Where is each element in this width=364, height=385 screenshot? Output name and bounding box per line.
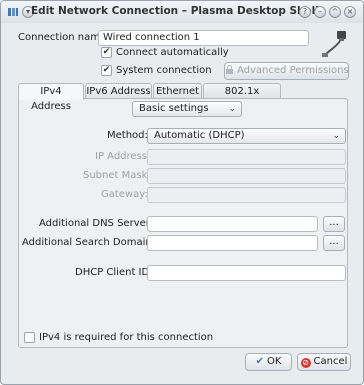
dns-servers-browse-button[interactable]: ... xyxy=(323,216,345,232)
subnet-mask-label: Subnet Mask: xyxy=(83,170,151,181)
cancel-icon: ⊘ xyxy=(300,358,311,368)
subnet-mask-input[interactable] xyxy=(147,168,346,184)
connect-automatically-checkbox[interactable]: ✔ xyxy=(101,47,112,58)
search-domains-input[interactable] xyxy=(147,235,318,251)
tab-802-1x-security[interactable]: 802.1x Security xyxy=(203,83,281,112)
connection-name-input[interactable]: Wired connection 1 xyxy=(98,30,309,46)
lock-icon xyxy=(225,64,234,74)
dns-servers-label: Additional DNS Servers: xyxy=(39,218,159,229)
tab-ipv6-address[interactable]: IPv6 Address xyxy=(85,83,152,99)
maximize-icon[interactable]: ^ xyxy=(329,6,341,18)
chevron-down-icon: ⌄ xyxy=(332,131,340,141)
app-menu-icon[interactable] xyxy=(7,6,19,18)
chevron-down-icon: ⌄ xyxy=(228,104,236,114)
cancel-button[interactable]: ⊘ Cancel xyxy=(297,353,351,371)
connect-automatically-label: Connect automatically xyxy=(116,47,229,58)
dhcp-client-id-label: DHCP Client ID: xyxy=(75,267,153,278)
system-connection-checkbox[interactable]: ✔ xyxy=(101,65,112,76)
ip-address-label: IP Address: xyxy=(95,151,151,162)
dialog-window: ▾ Edit Network Connection – Plasma Deskt… xyxy=(0,0,364,385)
minimize-icon[interactable]: – xyxy=(314,6,326,18)
ipv4-required-checkbox[interactable] xyxy=(24,332,35,343)
advanced-permissions-button[interactable]: Advanced Permissions xyxy=(224,62,349,80)
network-plug-icon xyxy=(319,29,349,59)
method-label: Method: xyxy=(107,130,148,141)
ok-button[interactable]: ✔ OK xyxy=(245,353,292,371)
dhcp-client-id-input[interactable] xyxy=(147,265,346,281)
ip-address-input[interactable] xyxy=(147,149,346,165)
settings-mode-combo[interactable]: Basic settings ⌄ xyxy=(132,101,242,117)
search-domains-browse-button[interactable]: ... xyxy=(323,235,345,251)
window-title: Edit Network Connection – Plasma Desktop… xyxy=(31,5,319,17)
search-domains-label: Additional Search Domains: xyxy=(22,237,161,248)
connection-name-label: Connection name: xyxy=(18,32,110,43)
ipv4-required-label: IPv4 is required for this connection xyxy=(39,332,214,343)
gateway-input[interactable] xyxy=(147,187,346,203)
checkmark-icon: ✔ xyxy=(255,356,264,367)
title-bar[interactable]: ▾ Edit Network Connection – Plasma Deskt… xyxy=(1,1,363,23)
tab-ipv4-address[interactable]: IPv4 Address xyxy=(18,83,84,112)
close-icon[interactable]: × xyxy=(344,6,356,18)
tab-ethernet[interactable]: Ethernet xyxy=(153,83,202,99)
help-icon[interactable]: ? xyxy=(299,6,311,18)
gateway-label: Gateway: xyxy=(101,189,148,200)
dns-servers-input[interactable] xyxy=(147,216,318,232)
ipv4-settings-panel: Basic settings ⌄ Method: Automatic (DHCP)… xyxy=(18,98,348,348)
method-combo[interactable]: Automatic (DHCP) ⌄ xyxy=(147,128,346,144)
system-connection-label: System connection xyxy=(116,65,212,76)
